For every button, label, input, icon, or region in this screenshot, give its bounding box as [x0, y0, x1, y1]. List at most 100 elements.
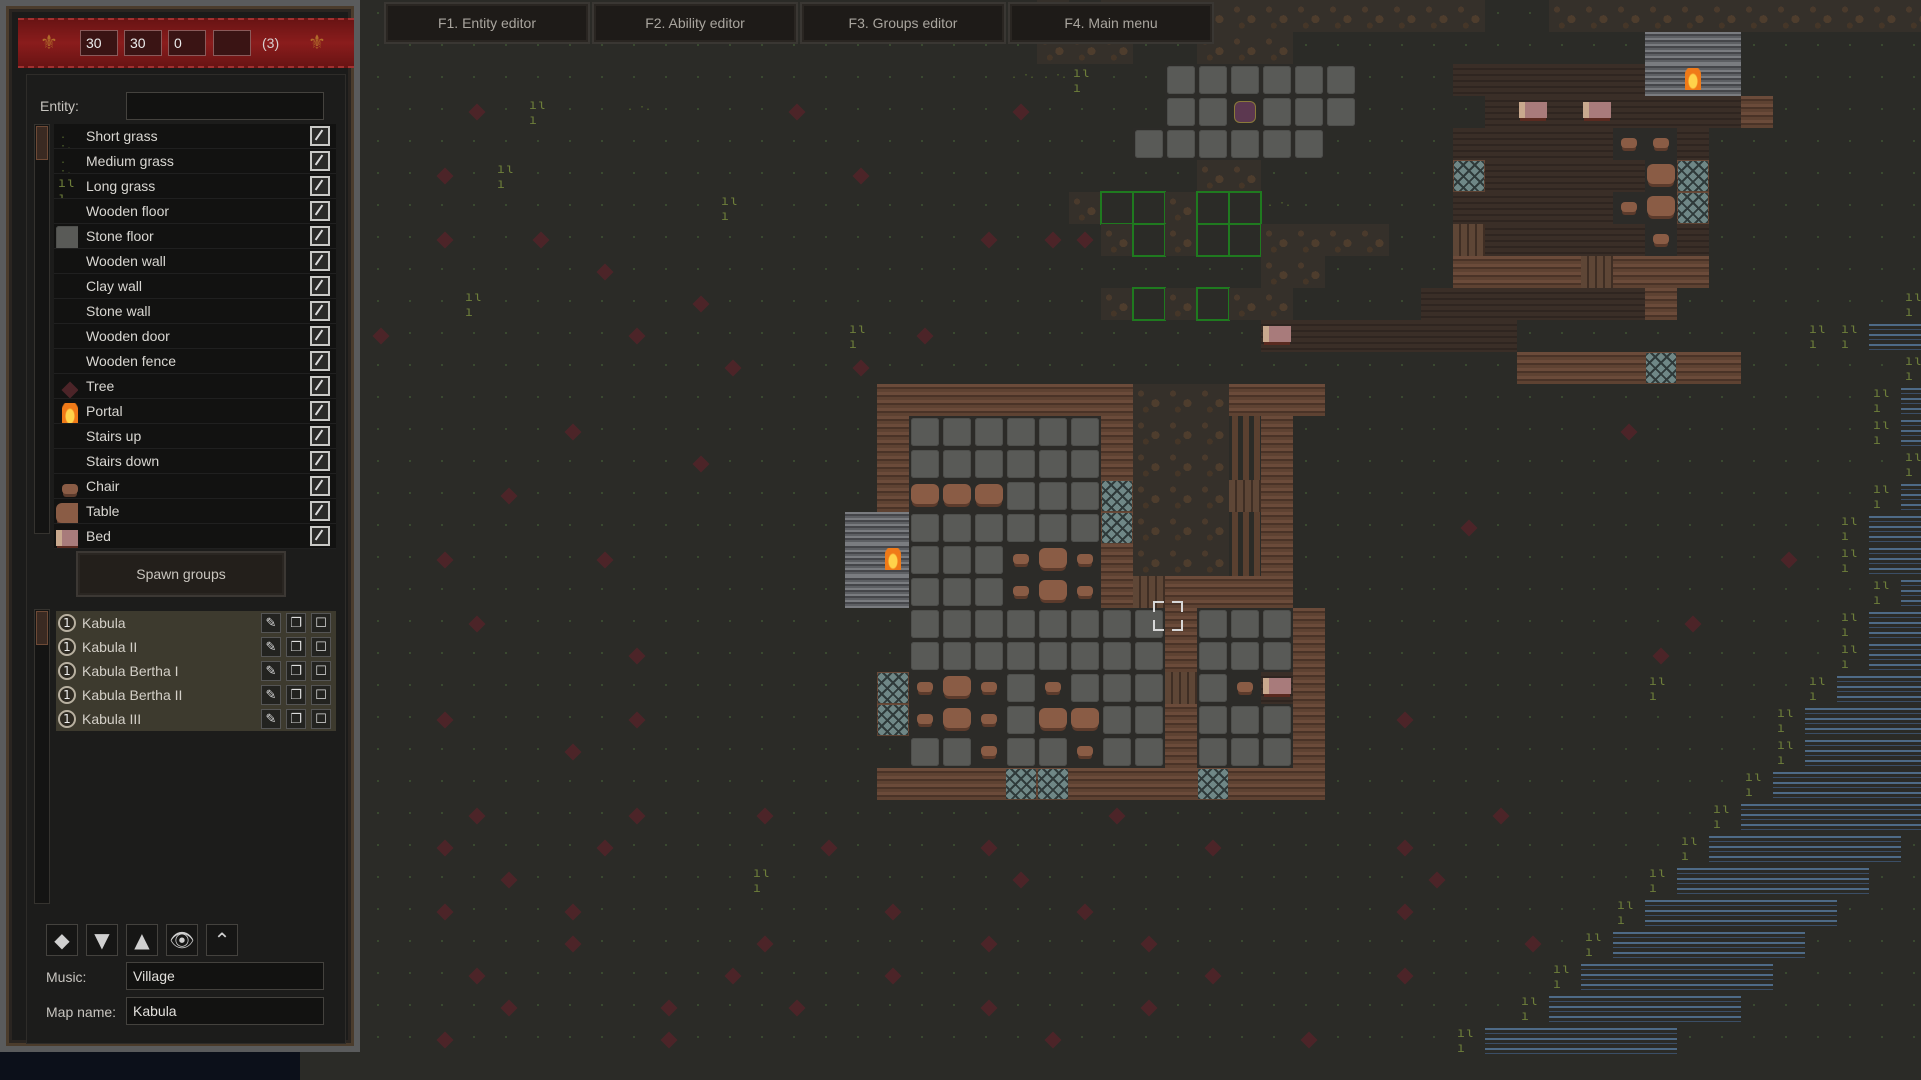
map-tile-tree[interactable]: [1389, 832, 1421, 864]
entity-list-item[interactable]: Stairs down: [54, 449, 336, 474]
map-tile-ground[interactable]: [909, 128, 941, 160]
map-tile-ground[interactable]: [1037, 288, 1069, 320]
edit-entity-icon[interactable]: [310, 301, 330, 321]
map-tile-wooden-fence[interactable]: [1229, 544, 1261, 576]
map-tile-ground[interactable]: [1005, 256, 1037, 288]
main-menu-button[interactable]: F4. Main menu: [1008, 2, 1214, 44]
map-tile-water[interactable]: [1805, 704, 1837, 736]
map-tile-ground[interactable]: [1837, 96, 1869, 128]
map-tile-wooden-wall[interactable]: [1261, 416, 1293, 448]
map-tile-stone-floor[interactable]: [1197, 704, 1229, 736]
map-tile-long-grass[interactable]: [493, 160, 525, 192]
map-tile-ground[interactable]: [1197, 800, 1229, 832]
map-tile-dirt[interactable]: [1165, 416, 1197, 448]
map-tile-ground[interactable]: [1837, 352, 1869, 384]
map-tile-ground[interactable]: [1165, 832, 1197, 864]
map-tile-chair[interactable]: [1613, 192, 1645, 224]
map-tile-wooden-wall[interactable]: [1261, 512, 1293, 544]
map-tile-ground[interactable]: [1773, 416, 1805, 448]
map-tile-wooden-wall[interactable]: [1261, 384, 1293, 416]
map-tile-ground[interactable]: [1357, 864, 1389, 896]
map-tile-tree[interactable]: [1197, 960, 1229, 992]
map-tile-ground[interactable]: [1325, 640, 1357, 672]
edit-entity-icon[interactable]: [310, 476, 330, 496]
map-tile-ground[interactable]: [1901, 992, 1921, 1024]
map-tile-stone-floor[interactable]: [1069, 672, 1101, 704]
map-tile-ground[interactable]: [1741, 224, 1773, 256]
map-tile-ground[interactable]: [1325, 864, 1357, 896]
map-tile-stone-floor[interactable]: [1197, 736, 1229, 768]
map-tile-water[interactable]: [1741, 896, 1773, 928]
map-tile-wooden-floor[interactable]: [1485, 288, 1517, 320]
map-tile-dirt[interactable]: [1165, 480, 1197, 512]
map-tile-ground[interactable]: [1805, 480, 1837, 512]
map-tile-tree[interactable]: [1005, 96, 1037, 128]
map-tile-ground[interactable]: [493, 416, 525, 448]
map-tile-stone-floor[interactable]: [909, 544, 941, 576]
map-tile-ground[interactable]: [1261, 352, 1293, 384]
map-tile-ground[interactable]: [1901, 224, 1921, 256]
map-tile-ground[interactable]: [557, 288, 589, 320]
copy-icon[interactable]: ❐: [286, 661, 306, 681]
map-tile-ground[interactable]: [1805, 256, 1837, 288]
map-tile-ground[interactable]: [877, 160, 909, 192]
map-tile-ground[interactable]: [1453, 672, 1485, 704]
map-tile-ground[interactable]: [941, 160, 973, 192]
map-tile-ground[interactable]: [621, 480, 653, 512]
map-tile-wooden-wall[interactable]: [1517, 256, 1549, 288]
map-tile-ground[interactable]: [1357, 896, 1389, 928]
map-tile-ground[interactable]: [845, 992, 877, 1024]
map-tile-ground[interactable]: [1389, 352, 1421, 384]
map-tile-ground[interactable]: [493, 192, 525, 224]
map-tile-dirt[interactable]: [1293, 256, 1325, 288]
map-tile-dirt[interactable]: [1677, 0, 1709, 32]
map-tile-ground[interactable]: [1453, 864, 1485, 896]
map-tile-stone-floor[interactable]: [941, 448, 973, 480]
map-tile-ground[interactable]: [1517, 736, 1549, 768]
map-tile-stone-floor[interactable]: [909, 512, 941, 544]
map-tile-ground[interactable]: [941, 832, 973, 864]
map-tile-ground[interactable]: [1805, 416, 1837, 448]
map-tile-ground[interactable]: [365, 928, 397, 960]
map-tile-tree[interactable]: [1069, 224, 1101, 256]
map-tile-ground[interactable]: [1453, 992, 1485, 1024]
map-tile-tree[interactable]: [621, 320, 653, 352]
map-tile-ground[interactable]: [1229, 1024, 1261, 1056]
map-tile-ground[interactable]: [1293, 512, 1325, 544]
map-tile-ground[interactable]: [557, 64, 589, 96]
spawn-group-item[interactable]: 1 Kabula Bertha II ✎ ❐ ☐: [56, 683, 336, 707]
map-tile-stone-floor[interactable]: [1293, 128, 1325, 160]
map-tile-ground[interactable]: [909, 960, 941, 992]
map-tile-ground[interactable]: [781, 128, 813, 160]
entity-editor-button[interactable]: F1. Entity editor: [384, 2, 590, 44]
map-tile-ground[interactable]: [685, 896, 717, 928]
map-tile-long-grass[interactable]: [1805, 320, 1837, 352]
map-tile-ground[interactable]: [1133, 960, 1165, 992]
map-tile-ground[interactable]: [1485, 960, 1517, 992]
map-tile-ground[interactable]: [1677, 704, 1709, 736]
map-tile-ground[interactable]: [1517, 704, 1549, 736]
map-tile-stone-floor[interactable]: [1005, 480, 1037, 512]
map-tile-ground[interactable]: [621, 288, 653, 320]
map-tile-stone-floor[interactable]: [941, 576, 973, 608]
map-tile-stone-wall[interactable]: [1645, 64, 1677, 96]
map-tile-stone-floor[interactable]: [1005, 448, 1037, 480]
map-tile-dirt[interactable]: [1133, 544, 1165, 576]
map-tile-wooden-floor[interactable]: [1357, 320, 1389, 352]
map-tile-window[interactable]: [1101, 480, 1133, 512]
map-tile-ground[interactable]: [365, 864, 397, 896]
map-tile-ground[interactable]: [1805, 32, 1837, 64]
map-tile-chair[interactable]: [1645, 224, 1677, 256]
map-tile-ground[interactable]: [1325, 608, 1357, 640]
map-tile-tree[interactable]: [461, 96, 493, 128]
copy-icon[interactable]: ❐: [286, 637, 306, 657]
map-tile-ground[interactable]: [1837, 576, 1869, 608]
map-tile-ground[interactable]: [1293, 448, 1325, 480]
map-tile-ground[interactable]: [621, 192, 653, 224]
map-tile-ground[interactable]: [717, 768, 749, 800]
map-tile-water[interactable]: [1837, 672, 1869, 704]
map-tile-ground[interactable]: [1645, 576, 1677, 608]
map-tile-ground[interactable]: [1869, 32, 1901, 64]
map-tile-ground[interactable]: [1005, 1024, 1037, 1056]
map-tile-tree[interactable]: [1389, 704, 1421, 736]
